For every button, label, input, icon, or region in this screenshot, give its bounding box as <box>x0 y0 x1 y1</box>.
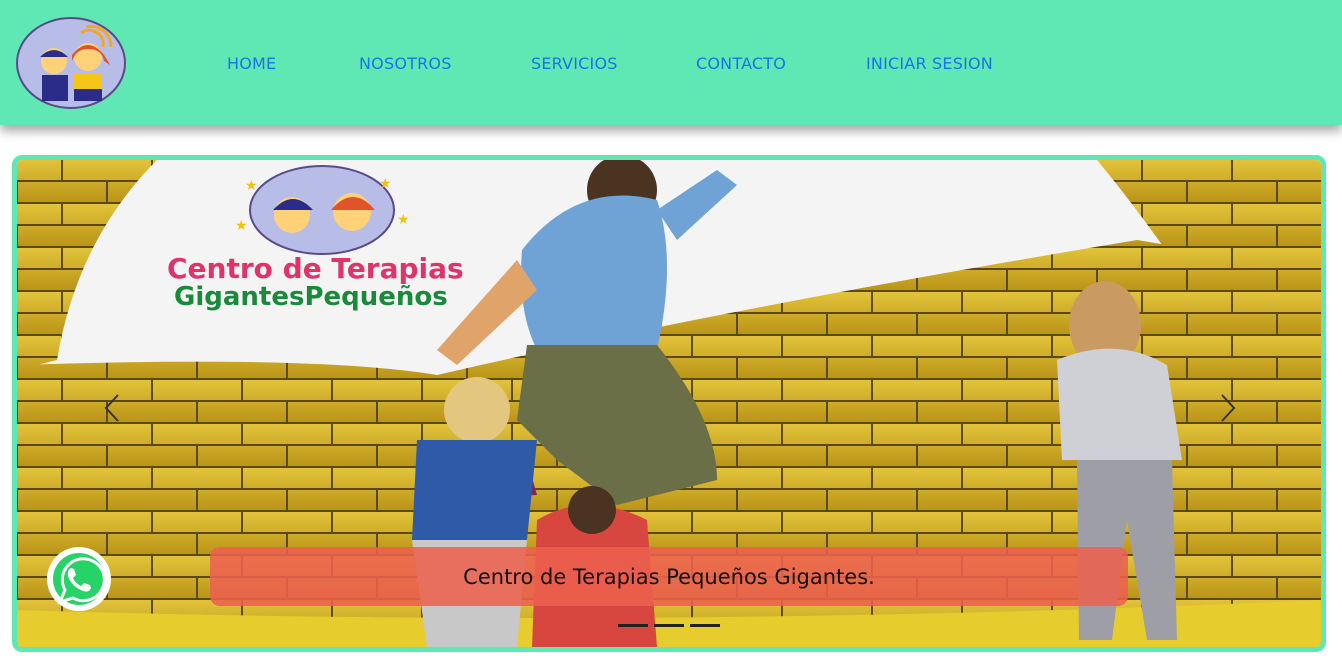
slide-logo-line2: GigantesPequeños <box>174 282 448 312</box>
svg-text:★: ★ <box>397 211 410 227</box>
carousel-prev-button[interactable] <box>97 388 127 428</box>
chevron-left-icon <box>104 394 119 422</box>
chevron-right-icon <box>1221 394 1236 422</box>
whatsapp-icon[interactable] <box>46 546 112 612</box>
svg-text:★: ★ <box>379 175 392 191</box>
carousel-next-button[interactable] <box>1213 388 1243 428</box>
carousel-indicator-2[interactable] <box>654 624 684 627</box>
slide-caption: Centro de Terapias Pequeños Gigantes. <box>210 547 1128 606</box>
nav-iniciar-sesion[interactable]: INICIAR SESION <box>866 54 993 73</box>
logo-icon[interactable] <box>16 17 126 109</box>
nav-home[interactable]: HOME <box>227 54 276 73</box>
carousel-indicator-1[interactable] <box>618 624 648 627</box>
nav-contacto[interactable]: CONTACTO <box>696 54 786 73</box>
navbar: HOME NOSOTROS SERVICIOS CONTACTO INICIAR… <box>0 0 1342 125</box>
slide-logo-line1: Centro de Terapias <box>167 252 464 285</box>
slide-caption-text: Centro de Terapias Pequeños Gigantes. <box>463 564 875 589</box>
carousel-indicator-3[interactable] <box>690 624 720 627</box>
svg-text:★: ★ <box>245 177 258 193</box>
hero-carousel: ★ ★ ★ ★ Centro de Terapias GigantesPeque… <box>12 155 1326 652</box>
svg-text:★: ★ <box>235 217 248 233</box>
nav-servicios[interactable]: SERVICIOS <box>531 54 618 73</box>
nav-nosotros[interactable]: NOSOTROS <box>359 54 452 73</box>
